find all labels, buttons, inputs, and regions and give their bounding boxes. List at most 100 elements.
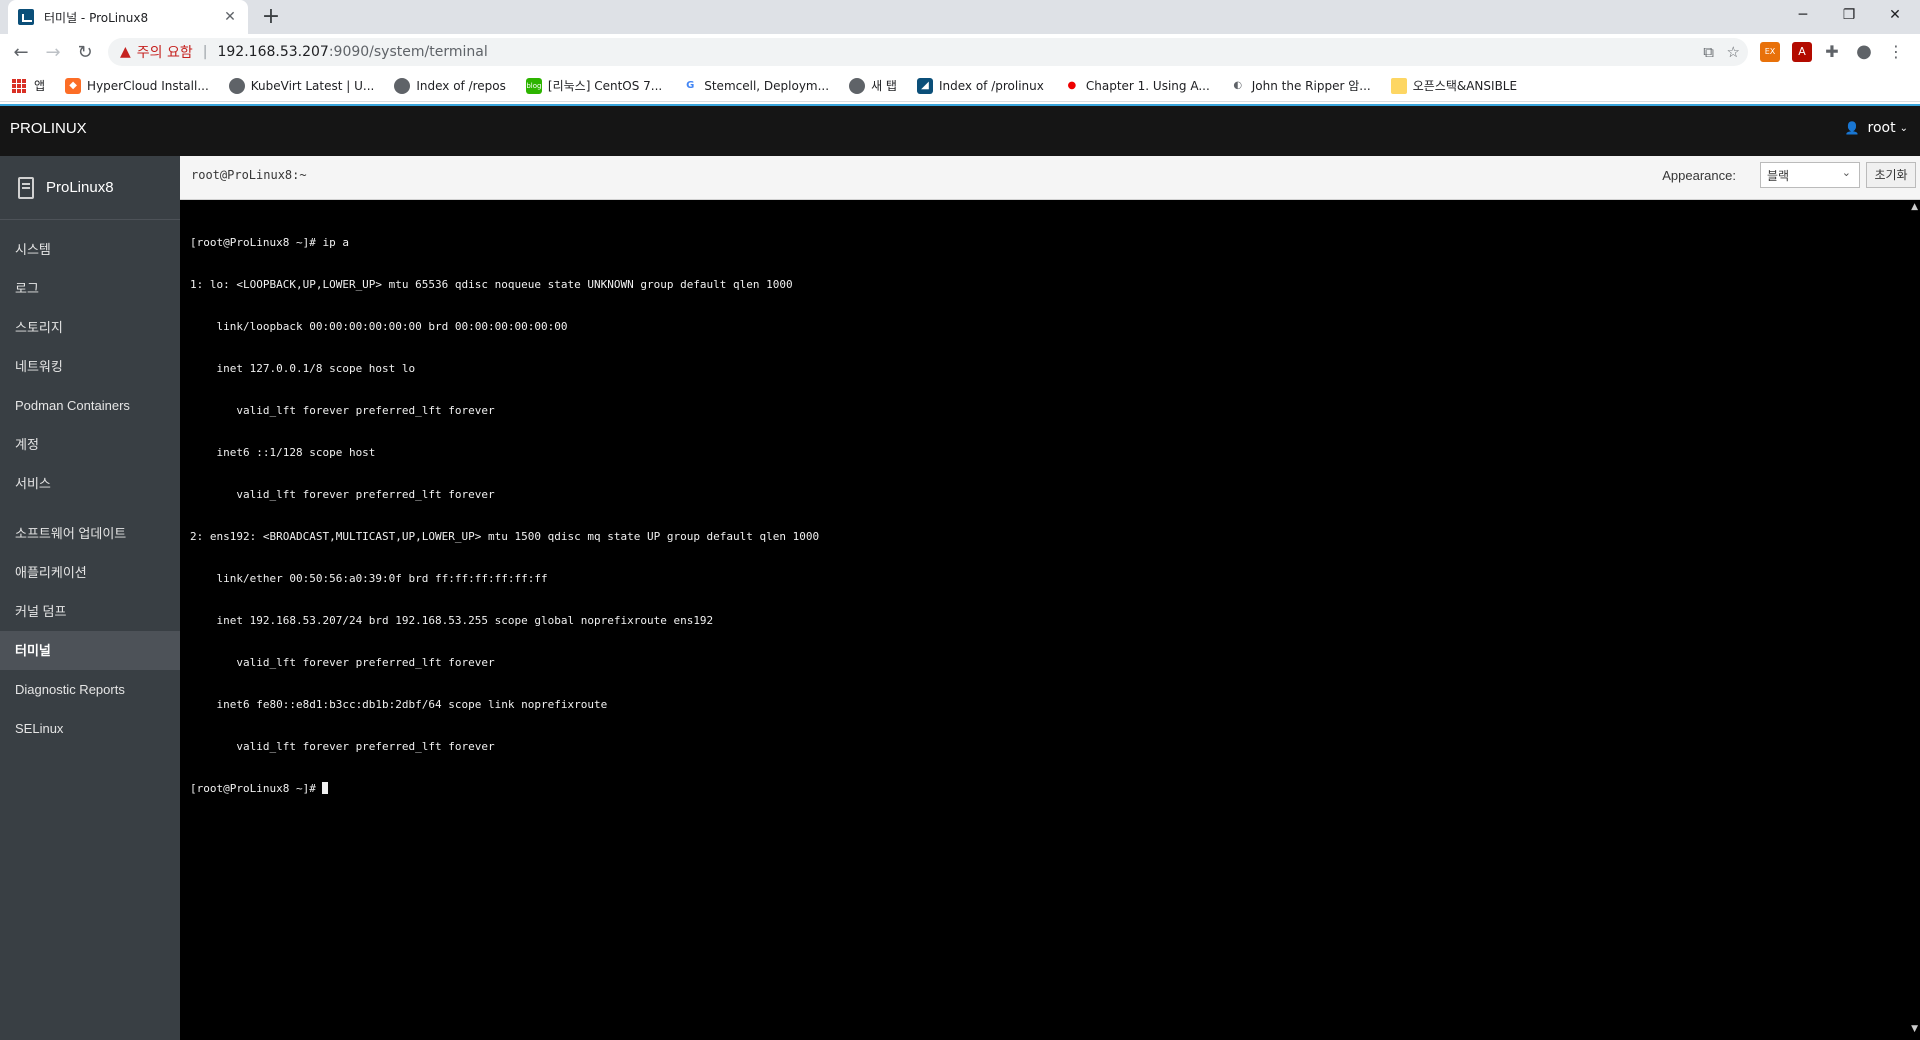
new-tab-button[interactable]: + bbox=[258, 4, 284, 30]
back-icon[interactable]: ← bbox=[8, 40, 34, 66]
sidebar-item-networking[interactable]: 네트워킹 bbox=[0, 347, 180, 386]
bookmark-item[interactable]: KubeVirt Latest | U... bbox=[228, 77, 375, 94]
bookmark-item[interactable]: 오픈스택&ANSIBLE bbox=[1390, 77, 1518, 94]
browser-tab[interactable]: 터미널 - ProLinux8 ✕ bbox=[8, 0, 248, 34]
appearance-value: 블랙 bbox=[1767, 169, 1790, 183]
profile-icon[interactable]: ● bbox=[1854, 42, 1874, 62]
user-menu[interactable]: 👤 root ⌄ bbox=[1845, 120, 1908, 136]
url-host: 192.168.53.207 bbox=[217, 44, 329, 60]
sidebar-item-diagnostic-reports[interactable]: Diagnostic Reports bbox=[0, 670, 180, 709]
url-path: :9090/system/terminal bbox=[328, 44, 488, 60]
bookmark-label: John the Ripper 암... bbox=[1251, 79, 1371, 93]
bookmark-label: Chapter 1. Using A... bbox=[1085, 78, 1210, 93]
sidebar-item-software-updates[interactable]: 소프트웨어 업데이트 bbox=[0, 514, 180, 553]
menu-kebab-icon[interactable]: ⋮ bbox=[1886, 42, 1906, 62]
reload-icon[interactable]: ↻ bbox=[72, 40, 98, 66]
sidebar-nav: 시스템 로그 스토리지 네트워킹 Podman Containers 계정 서비… bbox=[0, 220, 180, 748]
brand-logo: PROLINUX bbox=[10, 120, 87, 137]
bookmark-label: 새 탭 bbox=[871, 79, 897, 93]
translate-icon[interactable]: ⧉ bbox=[1703, 38, 1714, 66]
terminal-line: inet6 ::1/128 scope host bbox=[190, 446, 376, 459]
app-header: PROLINUX 👤 root ⌄ bbox=[0, 104, 1920, 156]
loading-icon: ◐ bbox=[1229, 77, 1246, 94]
sidebar-item-storage[interactable]: 스토리지 bbox=[0, 308, 180, 347]
chevron-down-icon: ⌄ bbox=[1899, 122, 1908, 134]
browser-toolbar: ← → ↻ ▲ 주의 요함 | 192.168.53.207:9090/syst… bbox=[0, 34, 1920, 70]
terminal-line: link/loopback 00:00:00:00:00:00 brd 00:0… bbox=[190, 320, 568, 333]
sidebar-item-kernel-dump[interactable]: 커널 덤프 bbox=[0, 592, 180, 631]
extension-pdf-icon[interactable]: A bbox=[1792, 42, 1812, 62]
terminal-line: 1: lo: <LOOPBACK,UP,LOWER_UP> mtu 65536 … bbox=[190, 278, 793, 291]
terminal-panel: root@ProLinux8:~ Appearance: 블랙 ⌄ 초기화 [r… bbox=[180, 156, 1920, 1040]
bookmark-label: Index of /repos bbox=[416, 78, 506, 93]
extension-ex-icon[interactable]: EX bbox=[1760, 42, 1780, 62]
sidebar-item-podman[interactable]: Podman Containers bbox=[0, 386, 180, 425]
globe-icon bbox=[228, 77, 245, 94]
scroll-down-icon[interactable]: ▼ bbox=[1911, 1024, 1918, 1034]
bookmark-item[interactable]: ◐ John the Ripper 암... bbox=[1229, 77, 1371, 94]
terminal-line: valid_lft forever preferred_lft forever bbox=[190, 656, 495, 669]
window-close-icon[interactable]: ✕ bbox=[1872, 0, 1918, 30]
reset-button[interactable]: 초기화 bbox=[1866, 162, 1916, 188]
bookmark-item[interactable]: G Stemcell, Deploym... bbox=[682, 77, 830, 94]
terminal-prompt-line: [root@ProLinux8 ~]# bbox=[190, 782, 1890, 796]
cockpit-favicon-icon bbox=[18, 9, 34, 25]
server-icon bbox=[18, 176, 34, 199]
terminal-line: inet 127.0.0.1/8 scope host lo bbox=[190, 362, 416, 375]
minimize-icon[interactable]: ─ bbox=[1780, 0, 1826, 30]
bookmark-label: KubeVirt Latest | U... bbox=[250, 78, 375, 93]
google-icon: G bbox=[682, 77, 699, 94]
bookmark-item[interactable]: ◢ Index of /prolinux bbox=[916, 77, 1044, 94]
bookmark-item[interactable]: ◆ HyperCloud Install... bbox=[65, 77, 209, 94]
terminal-cursor bbox=[322, 782, 329, 794]
appearance-label: Appearance: bbox=[1662, 168, 1736, 183]
sidebar-item-system[interactable]: 시스템 bbox=[0, 230, 180, 269]
bookmarks-bar: 앱 ◆ HyperCloud Install... KubeVirt Lates… bbox=[0, 70, 1920, 102]
host-name: ProLinux8 bbox=[46, 179, 114, 196]
bookmark-item[interactable]: 새 탭 bbox=[849, 77, 897, 94]
extensions-puzzle-icon[interactable]: ✚ bbox=[1822, 42, 1842, 62]
terminal-line: [root@ProLinux8 ~]# ip a bbox=[190, 236, 349, 249]
forward-icon[interactable]: → bbox=[40, 40, 66, 66]
user-name: root bbox=[1867, 120, 1896, 136]
terminal-line: inet6 fe80::e8d1:b3cc:db1b:2dbf/64 scope… bbox=[190, 698, 608, 711]
bookmark-item[interactable]: ● Chapter 1. Using A... bbox=[1063, 77, 1210, 94]
sidebar-item-accounts[interactable]: 계정 bbox=[0, 425, 180, 464]
sidebar-item-services[interactable]: 서비스 bbox=[0, 464, 180, 503]
restore-icon[interactable]: ❐ bbox=[1826, 0, 1872, 30]
chevron-down-icon: ⌄ bbox=[1841, 166, 1851, 179]
sidebar-item-applications[interactable]: 애플리케이션 bbox=[0, 553, 180, 592]
bookmark-item[interactable]: blog [리눅스] CentOS 7... bbox=[525, 77, 663, 94]
folder-icon bbox=[1390, 77, 1407, 94]
bookmark-item[interactable]: 앱 bbox=[12, 77, 45, 94]
blog-icon: blog bbox=[525, 77, 542, 94]
terminal-title: root@ProLinux8:~ bbox=[191, 168, 307, 182]
user-icon: 👤 bbox=[1844, 121, 1860, 135]
omnibox-divider: | bbox=[202, 44, 208, 60]
terminal-line: 2: ens192: <BROADCAST,MULTICAST,UP,LOWER… bbox=[190, 530, 820, 543]
bookmark-label: Stemcell, Deploym... bbox=[704, 78, 830, 93]
bookmark-label: [리눅스] CentOS 7... bbox=[547, 79, 663, 93]
bookmark-label: 앱 bbox=[34, 79, 46, 93]
terminal-line: inet 192.168.53.207/24 brd 192.168.53.25… bbox=[190, 614, 714, 627]
bookmark-star-icon[interactable]: ☆ bbox=[1727, 38, 1740, 66]
warning-icon: ▲ bbox=[120, 44, 131, 60]
bookmark-label: 오픈스택&ANSIBLE bbox=[1412, 79, 1518, 93]
address-bar[interactable]: ▲ 주의 요함 | 192.168.53.207:9090/system/ter… bbox=[108, 38, 1748, 66]
security-warning[interactable]: 주의 요함 bbox=[137, 42, 193, 62]
terminal-line: link/ether 00:50:56:a0:39:0f brd ff:ff:f… bbox=[190, 572, 548, 585]
sidebar: ProLinux8 시스템 로그 스토리지 네트워킹 Podman Contai… bbox=[0, 156, 180, 1040]
bookmark-item[interactable]: Index of /repos bbox=[394, 77, 506, 94]
terminal-prompt: [root@ProLinux8 ~]# bbox=[190, 782, 323, 795]
sidebar-item-selinux[interactable]: SELinux bbox=[0, 709, 180, 748]
globe-icon bbox=[394, 77, 411, 94]
close-icon[interactable]: ✕ bbox=[222, 9, 238, 25]
sidebar-item-terminal[interactable]: 터미널 bbox=[0, 631, 180, 670]
terminal-screen[interactable]: [root@ProLinux8 ~]# ip a 1: lo: <LOOPBAC… bbox=[190, 208, 1890, 1028]
host-switcher[interactable]: ProLinux8 bbox=[0, 156, 180, 220]
cockpit-icon: ◢ bbox=[916, 77, 933, 94]
redhat-icon: ● bbox=[1063, 77, 1080, 94]
scroll-up-icon[interactable]: ▲ bbox=[1911, 202, 1918, 212]
sidebar-item-logs[interactable]: 로그 bbox=[0, 269, 180, 308]
appearance-select[interactable]: 블랙 ⌄ bbox=[1760, 162, 1860, 188]
